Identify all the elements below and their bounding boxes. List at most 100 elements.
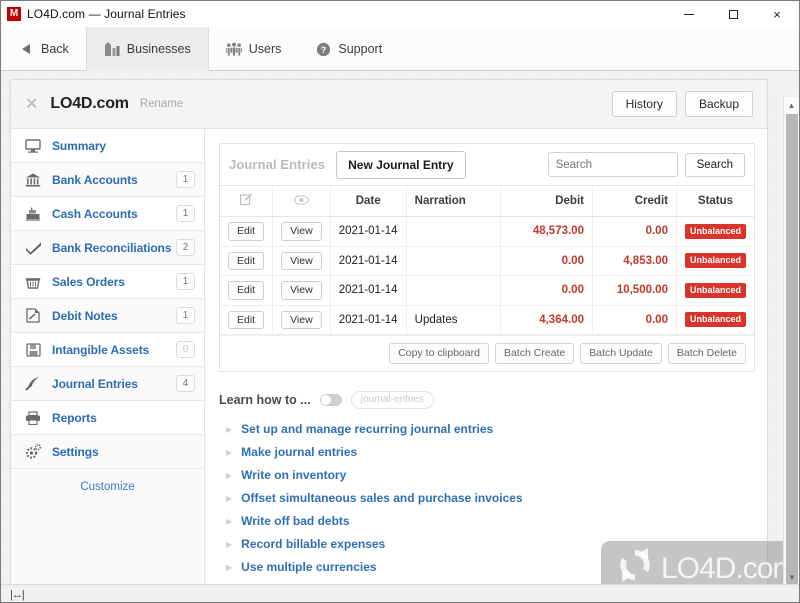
row-view-button[interactable]: View — [281, 251, 322, 270]
row-credit: 0.00 — [592, 305, 677, 335]
table-row[interactable]: Edit View 2021-01-14 0.00 4,853.00 Unbal… — [220, 246, 754, 276]
table-row[interactable]: Edit View 2021-01-14 48,573.00 0.00 Unba… — [220, 216, 754, 247]
batch-update-button[interactable]: Batch Update — [580, 343, 662, 364]
sidebar-item-cash-accounts[interactable]: Cash Accounts 1 — [11, 197, 204, 231]
journal-card-footer: Copy to clipboard Batch Create Batch Upd… — [220, 335, 754, 371]
note-pencil-icon — [23, 307, 43, 325]
learn-link[interactable]: Write on inventory — [241, 468, 346, 482]
learn-title: Learn how to ... — [219, 392, 311, 407]
table-row[interactable]: Edit View 2021-01-14 0.00 10,500.00 Unba… — [220, 275, 754, 306]
sidebar-item-settings[interactable]: Settings — [11, 435, 204, 469]
sidebar-item-reports[interactable]: Reports — [11, 401, 204, 435]
batch-create-button[interactable]: Batch Create — [494, 343, 575, 364]
panel-split: Summary Bank Accounts 1 Cash Accounts 1 … — [11, 129, 767, 602]
search-button[interactable]: Search — [684, 152, 745, 177]
list-item[interactable]: ▶ Write off bad debts — [219, 510, 755, 533]
close-button[interactable]: × — [755, 1, 799, 27]
check-icon — [23, 239, 43, 257]
row-debit: 48,573.00 — [500, 216, 593, 247]
learn-link[interactable]: Set up and manage recurring journal entr… — [241, 422, 493, 436]
column-edit — [220, 186, 274, 217]
sidebar-badge-cash-accounts: 1 — [176, 205, 195, 222]
row-narration — [406, 246, 501, 276]
maximize-button[interactable] — [711, 1, 755, 27]
sidebar-label-bank-accounts: Bank Accounts — [52, 172, 138, 187]
status-badge: Unbalanced — [684, 312, 746, 328]
chevron-right-icon: ▶ — [226, 470, 233, 480]
sidebar-label-intangible-assets: Intangible Assets — [52, 342, 150, 357]
eye-icon — [294, 194, 309, 208]
minimize-button[interactable] — [667, 1, 711, 27]
sidebar-item-summary[interactable]: Summary — [11, 129, 204, 163]
column-view — [272, 186, 331, 217]
toolbar-label-back: Back — [41, 42, 69, 56]
vertical-scrollbar[interactable]: ▲ ▼ — [783, 97, 799, 586]
learn-link[interactable]: Use multiple currencies — [241, 560, 376, 574]
learn-link[interactable]: Offset simultaneous sales and purchase i… — [241, 491, 522, 505]
support-icon: ? — [315, 41, 331, 57]
chevron-right-icon: ▶ — [226, 562, 233, 572]
monitor-icon — [23, 137, 43, 155]
status-bar: |↔| — [1, 584, 799, 602]
list-item[interactable]: ▶ Write on inventory — [219, 464, 755, 487]
chevron-right-icon: ▶ — [226, 424, 233, 434]
learn-toggle[interactable] — [319, 393, 342, 406]
close-business-icon[interactable]: ✕ — [25, 94, 38, 114]
toolbar-label-support: Support — [338, 42, 383, 56]
table-row[interactable]: Edit View 2021-01-14 Updates 4,364.00 0.… — [220, 305, 754, 335]
sidebar-item-journal-entries[interactable]: Journal Entries 4 — [11, 367, 204, 401]
status-badge: Unbalanced — [684, 223, 746, 239]
table-header-row: Date Narration Debit Credit Status — [220, 186, 754, 217]
toolbar-item-back[interactable]: Back — [1, 27, 86, 71]
quill-icon — [23, 375, 43, 393]
row-edit-button[interactable]: Edit — [228, 251, 265, 270]
users-icon — [225, 41, 242, 57]
row-view-button[interactable]: View — [281, 310, 322, 329]
row-view-button[interactable]: View — [281, 281, 322, 300]
new-journal-entry-button[interactable]: New Journal Entry — [336, 150, 466, 179]
sidebar-item-sales-orders[interactable]: Sales Orders 1 — [11, 265, 204, 299]
search-input[interactable] — [547, 152, 678, 177]
list-item[interactable]: ▶ Make journal entries — [219, 441, 755, 464]
sidebar-badge-bank-accounts: 1 — [176, 171, 195, 188]
row-edit-button[interactable]: Edit — [228, 310, 265, 329]
list-item[interactable]: ▶ Set up and manage recurring journal en… — [219, 418, 755, 441]
chevron-right-icon: ▶ — [226, 516, 233, 526]
toolbar-item-businesses[interactable]: Businesses — [85, 27, 209, 71]
row-view-button[interactable]: View — [281, 222, 322, 241]
sidebar-item-intangible-assets[interactable]: Intangible Assets 0 — [11, 333, 204, 367]
customize-link[interactable]: Customize — [11, 469, 204, 493]
gear-icon — [23, 443, 43, 461]
row-edit-button[interactable]: Edit — [228, 281, 265, 300]
row-edit-button[interactable]: Edit — [228, 222, 265, 241]
sidebar-label-debit-notes: Debit Notes — [52, 308, 118, 323]
row-debit: 0.00 — [500, 246, 593, 276]
journal-card-header: Journal Entries New Journal Entry Search — [220, 144, 754, 186]
journal-entries-table: Date Narration Debit Credit Status Edit — [220, 186, 754, 335]
copy-to-clipboard-button[interactable]: Copy to clipboard — [389, 343, 489, 364]
row-narration: Updates — [406, 305, 501, 335]
row-debit: 0.00 — [500, 275, 593, 306]
resize-grip-icon[interactable]: |↔| — [10, 589, 25, 601]
backup-button[interactable]: Backup — [684, 91, 753, 117]
rename-link[interactable]: Rename — [140, 98, 183, 110]
toolbar-label-users: Users — [248, 42, 282, 56]
row-credit: 0.00 — [592, 216, 677, 247]
scroll-up-arrow-icon[interactable]: ▲ — [784, 97, 799, 114]
sidebar-item-debit-notes[interactable]: Debit Notes 1 — [11, 299, 204, 333]
toolbar-item-support[interactable]: ? Support — [298, 27, 399, 71]
sidebar-item-bank-reconciliations[interactable]: Bank Reconciliations 2 — [11, 231, 204, 265]
learn-link[interactable]: Record billable expenses — [241, 537, 385, 551]
batch-delete-button[interactable]: Batch Delete — [667, 343, 746, 364]
sidebar-item-bank-accounts[interactable]: Bank Accounts 1 — [11, 163, 204, 197]
learn-header: Learn how to ... journal-entries — [219, 390, 755, 409]
list-item[interactable]: ▶ Offset simultaneous sales and purchase… — [219, 487, 755, 510]
sidebar-label-settings: Settings — [52, 444, 99, 459]
scrollbar-thumb[interactable] — [786, 114, 798, 584]
learn-link[interactable]: Write off bad debts — [241, 514, 349, 528]
row-debit: 4,364.00 — [500, 305, 593, 335]
row-narration — [406, 275, 501, 306]
learn-link[interactable]: Make journal entries — [241, 445, 357, 459]
history-button[interactable]: History — [611, 91, 677, 117]
toolbar-item-users[interactable]: Users — [209, 27, 299, 71]
